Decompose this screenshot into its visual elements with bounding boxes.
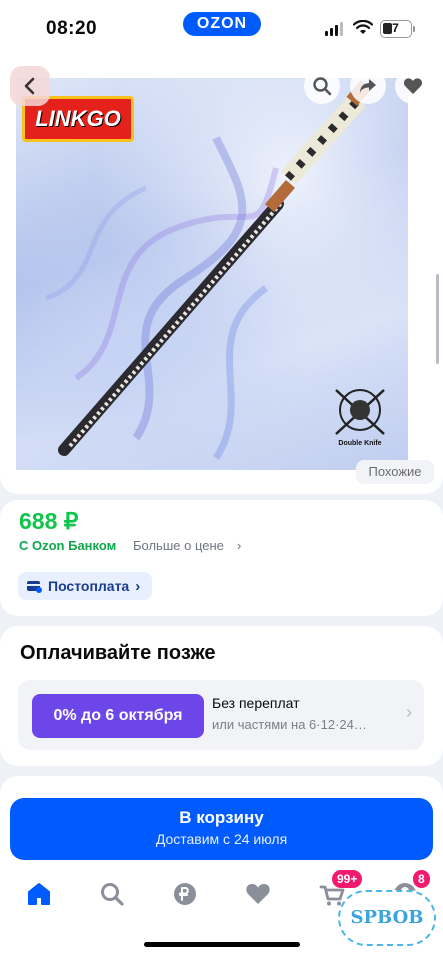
ruble-icon [174,883,196,905]
search-icon [101,883,124,906]
add-to-cart-label: В корзину [179,808,264,827]
bank-price-label: С Ozon Банком [19,538,117,553]
signal-icon [325,22,345,36]
back-button[interactable] [10,66,50,106]
product-price: 688 ₽ [19,508,79,534]
product-image[interactable]: LINKGO Double Knife [16,78,408,470]
share-icon [360,79,376,93]
installment-badge[interactable]: 0% до 6 октября [32,694,204,738]
delivery-date-note: Доставим с 24 июля [155,831,288,847]
battery-level: 7 [392,21,399,35]
ozon-logo: OZON [183,12,261,36]
nav-home[interactable] [25,880,53,908]
emblem-text: Double Knife [338,440,382,447]
search-icon [313,77,332,96]
nav-search[interactable] [98,880,126,908]
wifi-icon [353,20,373,34]
status-time: 08:20 [46,18,98,39]
installment-offer[interactable]: 0% до 6 октября Без переплат или частями… [18,680,424,750]
cart-count-badge: 99+ [332,870,363,888]
home-indicator [144,942,300,947]
postpay-icon [27,581,42,593]
chevron-right-icon: › [406,702,412,722]
pay-later-section: Оплачивайте позже 0% до 6 октября Без пе… [0,626,443,766]
shop-emblem: Double Knife [330,384,390,460]
watermark-logo: SPBOB [338,890,436,946]
pay-later-title: Оплачивайте позже [20,642,216,664]
similar-products-button[interactable]: Похожие [356,460,434,484]
no-overpay-label: Без переплат [212,695,300,711]
postpay-label: Постоплата [48,578,130,594]
home-icon [28,883,50,905]
chevron-right-icon: › [135,577,141,595]
heart-icon [246,883,270,904]
add-to-cart-button[interactable]: В корзину Доставим с 24 июля [10,798,433,860]
back-chevron-icon [24,77,35,95]
nav-favorites[interactable] [244,880,272,908]
search-button[interactable] [304,68,340,104]
postpay-button[interactable]: Постоплата › [18,572,153,600]
chevron-right-icon: › [237,538,242,553]
status-bar: 08:20 OZON 7 [0,0,443,54]
favorite-button[interactable] [395,68,431,104]
heart-icon [403,78,423,94]
nav-finance[interactable] [171,880,199,908]
more-about-price-link[interactable]: Больше о цене [133,538,224,553]
price-section: 688 ₽ С Ozon Банком Больше о цене › Пост… [0,500,443,616]
scrollbar[interactable] [436,274,439,364]
product-gallery[interactable]: LINKGO Double Knife [0,54,443,494]
battery-icon: 7 [380,20,415,38]
share-button[interactable] [350,68,386,104]
installments-note: или частями на 6·12·24… [212,717,367,732]
profile-notification-badge: 8 [413,870,430,888]
